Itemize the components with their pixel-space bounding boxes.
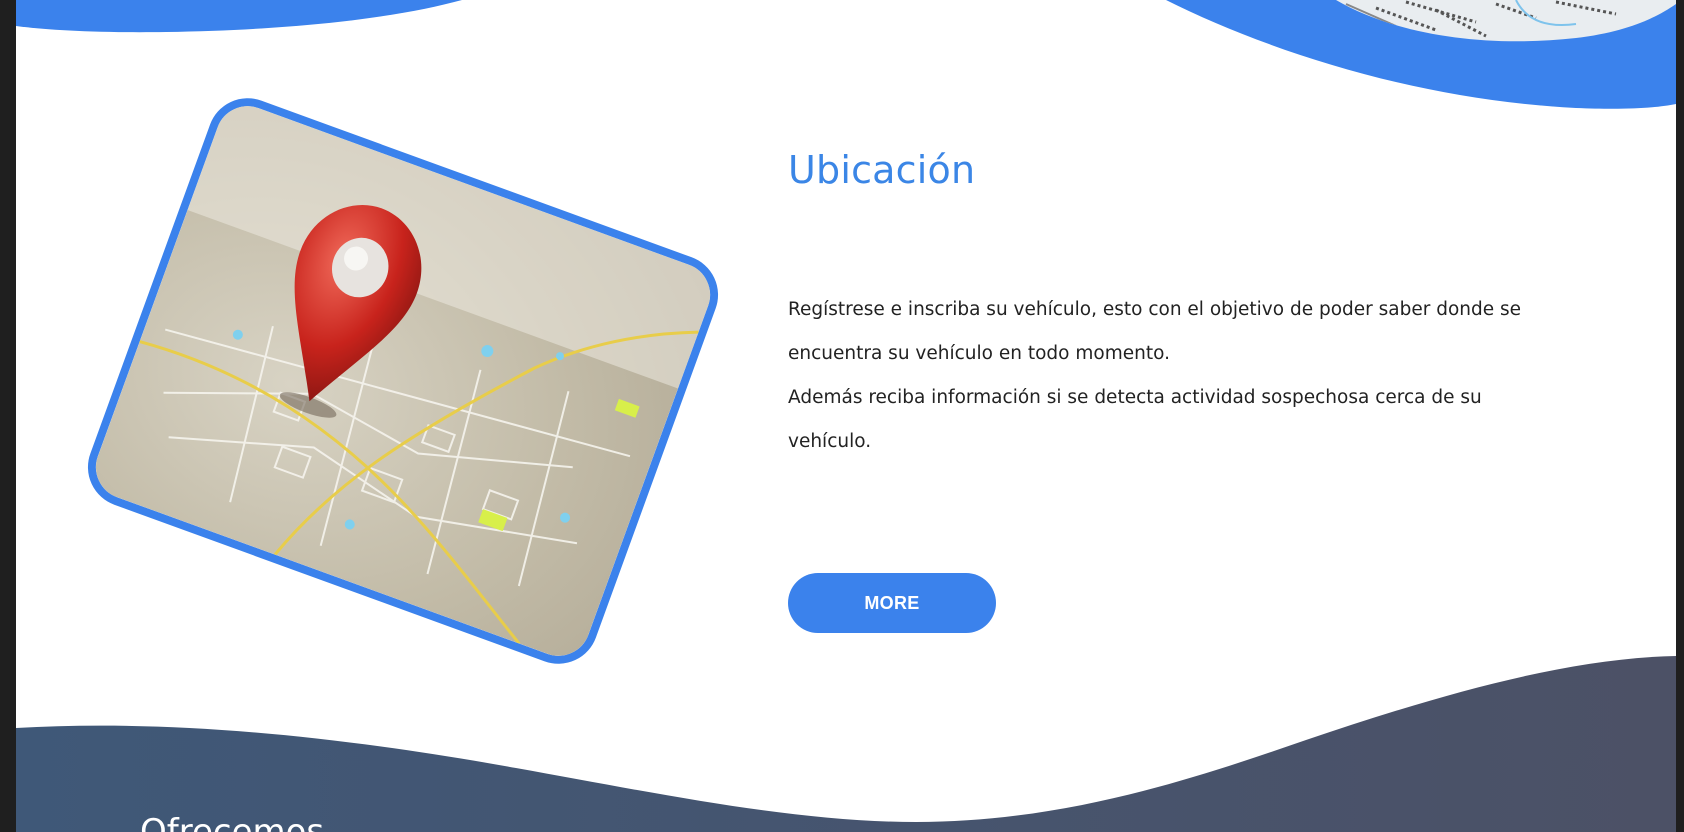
description-paragraph-1: Regístrese e inscriba su vehículo, esto … — [788, 299, 1522, 364]
footer-wave — [16, 656, 1676, 832]
page: Ubicación Regístrese e inscriba su vehíc… — [16, 0, 1676, 832]
top-left-wave — [16, 0, 462, 33]
description-paragraph-2: Además reciba información si se detecta … — [788, 387, 1482, 452]
more-button[interactable]: MORE — [788, 573, 996, 633]
section-title-ofrecemos: Ofrecemos — [140, 812, 325, 832]
section-title-ubicacion: Ubicación — [788, 148, 976, 192]
